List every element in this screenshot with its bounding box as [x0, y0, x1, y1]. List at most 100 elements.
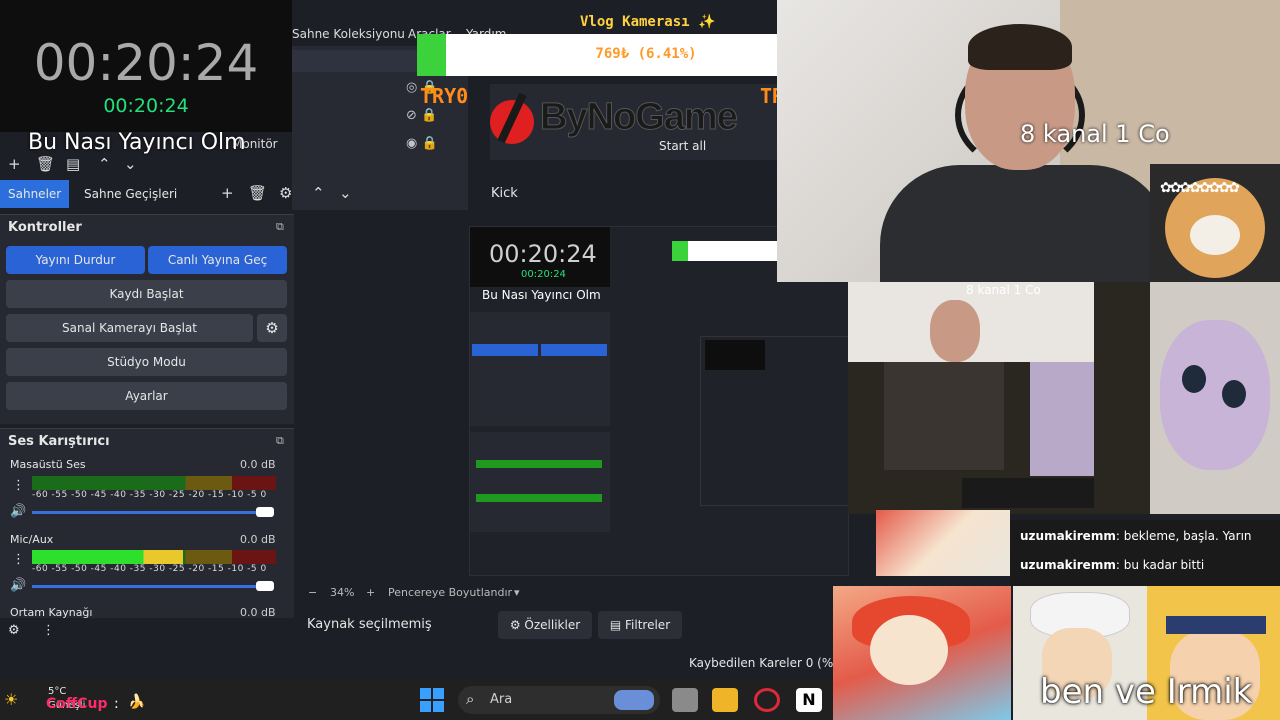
chat-username: uzumakiremm — [1020, 558, 1116, 572]
panel-icon[interactable]: ▤ — [66, 155, 80, 173]
add-icon[interactable]: + — [8, 155, 21, 173]
mirrored-head — [930, 300, 980, 362]
chat-message: uzumakiremm: bekleme, başla. Yarın — [1020, 529, 1252, 543]
file-explorer-icon[interactable] — [712, 688, 738, 712]
filter-icon: ▤ — [609, 618, 626, 632]
controls-title: Kontroller — [8, 220, 82, 235]
popout-icon[interactable]: ⧉ — [276, 434, 284, 448]
speaker-icon[interactable]: 🔊 — [10, 504, 26, 519]
speaker-icon[interactable]: 🔊 — [10, 578, 26, 593]
zoom-out-button[interactable]: − — [308, 586, 317, 599]
sponsor-logo: ByNoGame — [490, 92, 780, 158]
eye-icon[interactable]: ◉ 🔒 — [406, 136, 456, 151]
screen: Sahne Koleksiyonu Araçlar Yardım ◎ 🔒 ⊘ 🔒… — [0, 0, 1280, 720]
start-virtual-camera-button[interactable]: Sanal Kamerayı Başlat — [6, 314, 253, 342]
scene-toolbar: + 🗑 ▤ ⌃ ⌄ — [0, 155, 292, 175]
audio-mixer — [0, 428, 294, 618]
volume-meter — [32, 550, 276, 564]
tab-scenes[interactable]: Sahneler — [0, 180, 70, 208]
up-arrow-icon[interactable]: ⌃ — [98, 155, 111, 173]
person-hair — [968, 24, 1072, 70]
mini-mixer — [470, 432, 610, 532]
mini-blue-button — [472, 344, 538, 356]
more-icon[interactable]: ⋮ — [42, 623, 55, 638]
popout-icon[interactable]: ⧉ — [276, 220, 284, 234]
gear-icon[interactable]: ⚙ — [257, 314, 287, 342]
banana-icon: 🍌 — [128, 694, 146, 710]
windows-start-icon[interactable] — [420, 688, 444, 712]
donation-min: TRY0 — [420, 84, 469, 108]
chat-username: uzumakiremm — [1020, 529, 1116, 543]
mini-blue-button — [541, 344, 607, 356]
zoom-in-button[interactable]: + — [366, 586, 375, 599]
start-all-label[interactable]: Start all — [659, 139, 706, 153]
channel-db: 0.0 dB — [240, 533, 276, 546]
recursive-timer — [705, 340, 765, 370]
volume-slider-handle[interactable] — [256, 507, 274, 517]
stitch-eye — [1182, 365, 1206, 393]
trash-icon[interactable]: 🗑 — [248, 184, 267, 202]
down-arrow-icon[interactable]: ⌄ — [339, 184, 352, 202]
settings-button[interactable]: Ayarlar — [6, 382, 287, 410]
zoom-bar: − 34% + Pencereye Boyutlandır ▾ — [300, 586, 835, 602]
gear-icon: ⚙ — [509, 618, 525, 632]
taskbar — [0, 680, 833, 720]
stitch-plush — [1160, 320, 1270, 470]
mini-timer-small: 00:20:24 — [521, 269, 566, 280]
filters-button[interactable]: ▤ Filtreler — [598, 611, 682, 639]
opera-gx-icon[interactable] — [754, 688, 780, 712]
source-kick[interactable]: Kick — [491, 186, 518, 201]
cofcup-colon: : — [114, 696, 119, 712]
mini-controls — [470, 312, 610, 426]
add-icon[interactable]: + — [221, 184, 234, 202]
mixer-title: Ses Karıştırıcı — [8, 434, 110, 449]
mirrored-caption: 8 kanal 1 Co — [966, 283, 1041, 297]
filters-label: Filtreler — [625, 618, 671, 632]
more-icon[interactable]: ⋮ — [12, 552, 25, 567]
fit-window-label[interactable]: Pencereye Boyutlandır — [388, 586, 512, 599]
taskbar-search-text: Ara — [490, 692, 513, 707]
trash-icon[interactable]: 🗑 — [36, 155, 55, 173]
chat-message: uzumakiremm: bu kadar bitti — [1020, 558, 1205, 572]
flower-crown: ✿✿✿✿✿✿✿✿ — [1160, 180, 1240, 196]
gear-icon[interactable]: ⚙ — [8, 623, 20, 638]
tab-scene-transitions[interactable]: Sahne Geçişleri — [76, 180, 185, 208]
mirrored-thumbnails — [876, 510, 1010, 576]
notion-icon[interactable]: N — [796, 688, 822, 712]
bottom-caption: ben ve Irmik — [1040, 672, 1253, 712]
mini-donation-fill — [672, 241, 688, 261]
chevron-down-icon[interactable]: ▾ — [514, 586, 520, 599]
donation-title: Vlog Kamerası ✨ — [580, 14, 716, 30]
plush-dog-muzzle — [1190, 215, 1240, 255]
volume-slider[interactable] — [32, 585, 274, 588]
gear-icon[interactable]: ⚙ — [279, 184, 292, 202]
stitch-eye — [1222, 380, 1246, 408]
chat-text: bu kadar bitti — [1123, 558, 1205, 572]
channel-db: 0.0 dB — [240, 458, 276, 471]
sponsor-name: ByNoGame — [540, 96, 739, 139]
person-body — [880, 165, 1170, 295]
menu-scene-collection[interactable]: Sahne Koleksiyonu — [292, 27, 405, 41]
search-highlight-icon — [614, 690, 654, 710]
search-icon: ⌕ — [466, 690, 475, 708]
volume-meter — [32, 476, 276, 490]
start-recording-button[interactable]: Kaydı Başlat — [6, 280, 287, 308]
channel-name: Masaüstü Ses — [10, 458, 86, 471]
zoom-level: 34% — [330, 586, 355, 599]
properties-button[interactable]: ⚙ Özellikler — [498, 611, 592, 639]
mini-overlay-title: Bu Nası Yayıncı Olm — [482, 288, 601, 302]
up-arrow-icon[interactable]: ⌃ — [312, 184, 325, 202]
studio-mode-button[interactable]: Stüdyo Modu — [6, 348, 287, 376]
volume-slider[interactable] — [32, 511, 274, 514]
meter-ticks: -60 -55 -50 -45 -40 -35 -30 -25 -20 -15 … — [32, 564, 267, 574]
no-source-label: Kaynak seçilmemiş — [307, 617, 432, 632]
volume-slider-handle[interactable] — [256, 581, 274, 591]
mini-timer: 00:20:24 — [489, 240, 597, 268]
task-view-icon[interactable] — [672, 688, 698, 712]
go-live-button[interactable]: Canlı Yayına Geç — [148, 246, 287, 274]
down-arrow-icon[interactable]: ⌄ — [124, 155, 137, 173]
mirrored-stitch — [1030, 362, 1094, 476]
eye-hidden-icon[interactable]: ⊘ 🔒 — [406, 108, 456, 123]
more-icon[interactable]: ⋮ — [12, 478, 25, 493]
stop-stream-button[interactable]: Yayını Durdur — [6, 246, 145, 274]
